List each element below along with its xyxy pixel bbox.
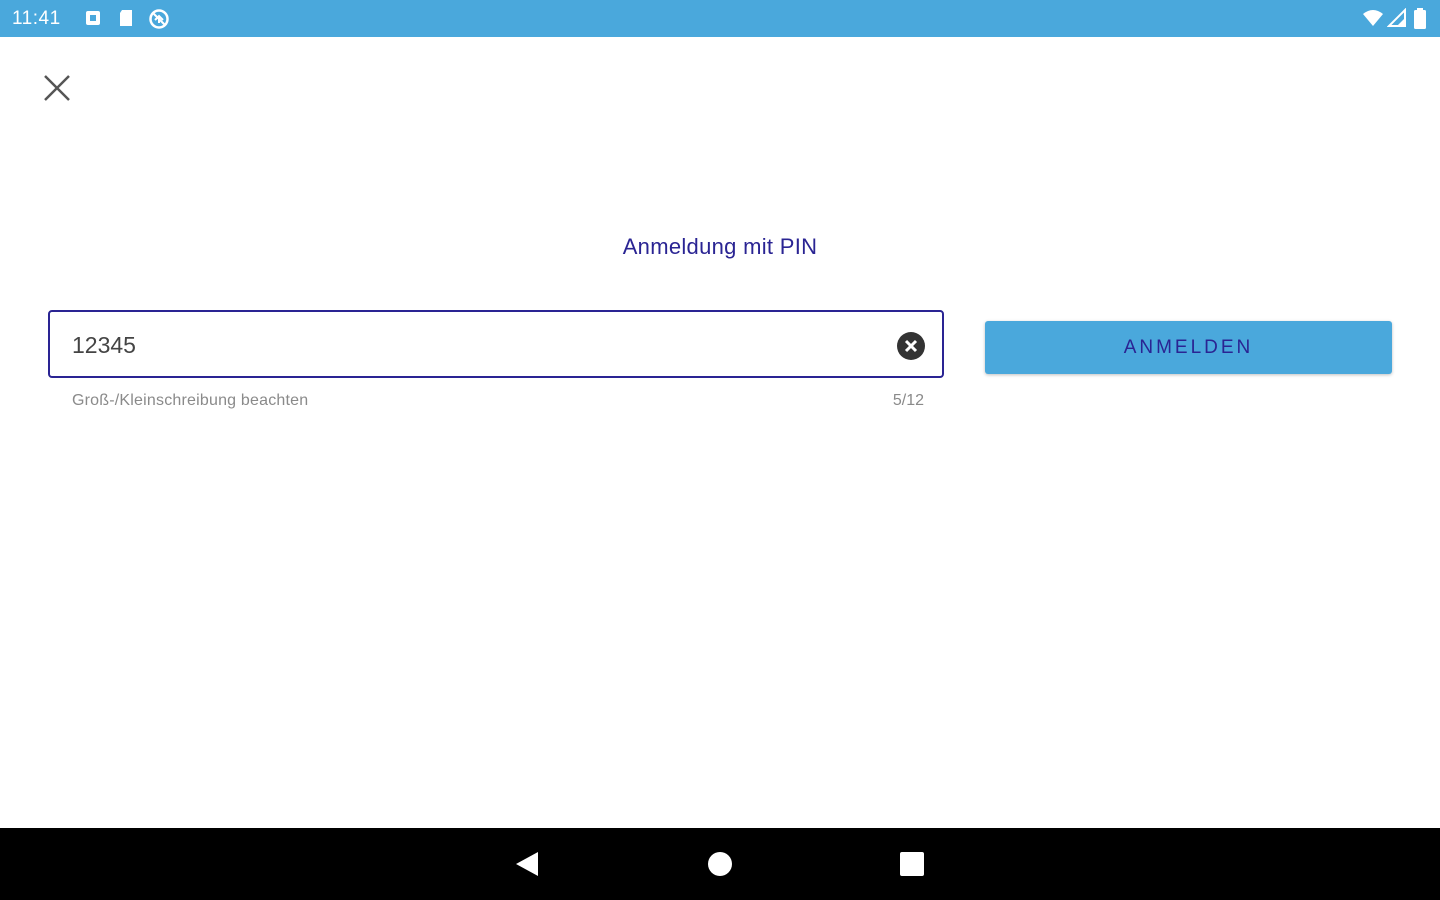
battery-icon xyxy=(1413,8,1433,29)
recents-button[interactable] xyxy=(896,848,928,880)
wifi-icon xyxy=(1362,8,1383,28)
signal-icon xyxy=(1386,7,1407,28)
close-icon xyxy=(44,75,70,101)
character-counter: 5/12 xyxy=(892,392,924,409)
back-icon xyxy=(516,852,538,876)
sync-icon xyxy=(148,8,169,29)
home-button[interactable] xyxy=(704,848,736,880)
close-button[interactable] xyxy=(36,67,76,107)
back-button[interactable] xyxy=(510,848,542,880)
pin-field[interactable] xyxy=(48,310,944,378)
status-bar: 11:41 xyxy=(0,0,1440,37)
recents-icon xyxy=(900,852,924,876)
helper-text: Groß-/Kleinschreibung beachten xyxy=(72,392,309,409)
login-screen: Anmeldung mit PIN Groß-/Kleinschreibung … xyxy=(0,37,1440,828)
page-title: Anmeldung mit PIN xyxy=(622,234,818,259)
status-time: 11:41 xyxy=(12,8,61,29)
pin-input[interactable] xyxy=(72,329,872,361)
clear-button[interactable] xyxy=(896,331,926,361)
home-icon xyxy=(708,852,732,876)
login-button[interactable]: ANMELDEN xyxy=(985,321,1392,374)
sd-card-icon xyxy=(116,8,136,28)
notification-icon xyxy=(83,8,103,28)
navigation-bar xyxy=(0,828,1440,900)
clear-icon xyxy=(897,332,925,360)
